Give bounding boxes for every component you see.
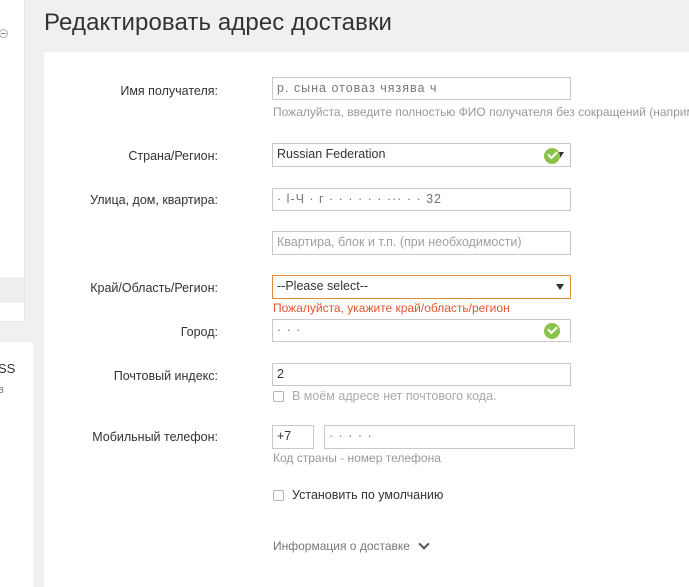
street-label: Улица, дом, квартира: bbox=[90, 193, 218, 207]
apartment-input[interactable]: Квартира, блок и т.п. (при необходимости… bbox=[272, 231, 571, 255]
country-select[interactable]: Russian Federation bbox=[272, 143, 571, 167]
set-default-label: Установить по умолчанию bbox=[292, 488, 444, 502]
left-panel bbox=[0, 0, 25, 322]
region-select-value: --Please select-- bbox=[277, 279, 368, 293]
set-default-checkbox[interactable] bbox=[273, 489, 284, 501]
region-select[interactable]: --Please select-- bbox=[272, 275, 571, 299]
recipient-input[interactable]: p. сына отоваз чязява ч bbox=[272, 77, 571, 100]
chevron-down-icon bbox=[418, 538, 430, 550]
phone-label: Мобильный телефон: bbox=[92, 430, 218, 444]
delivery-info-toggle[interactable]: Информация о доставке bbox=[273, 538, 430, 553]
city-label: Город: bbox=[180, 325, 218, 339]
page-title: Редактировать адрес доставки bbox=[44, 9, 393, 36]
left-panel-lower bbox=[0, 342, 33, 587]
street-input[interactable]: · l-Ч · г · · · · · · ··· · · 32 bbox=[272, 188, 571, 211]
address-form: Имя получателя: p. сына отоваз чязява ч … bbox=[44, 52, 689, 587]
dropdown-arrow-icon bbox=[556, 284, 564, 290]
left-panel-subtext: в bbox=[0, 384, 4, 396]
region-error: Пожалуйста, укажите край/область/регион bbox=[273, 301, 510, 315]
postal-label: Почтовый индекс: bbox=[113, 369, 218, 383]
country-select-value: Russian Federation bbox=[277, 147, 386, 161]
phone-number-input[interactable]: · · · · · bbox=[324, 425, 575, 449]
check-circle-icon bbox=[544, 323, 560, 339]
no-postal-code-label: В моём адресе нет почтового кода. bbox=[292, 389, 497, 403]
recipient-hint: Пожалуйста, введите полностью ФИО получа… bbox=[273, 105, 689, 119]
check-circle-icon bbox=[544, 148, 560, 164]
phone-hint: Код страны - номер телефона bbox=[273, 451, 441, 465]
region-label: Край/Область/Регион: bbox=[90, 281, 218, 295]
postal-input[interactable]: 2 bbox=[272, 363, 571, 386]
collapse-icon[interactable] bbox=[0, 29, 8, 38]
no-postal-code-checkbox[interactable] bbox=[273, 390, 284, 402]
city-input[interactable]: · · · bbox=[272, 319, 571, 342]
delivery-info-label: Информация о доставке bbox=[273, 539, 410, 553]
phone-country-code-input[interactable]: +7 bbox=[272, 425, 314, 449]
left-panel-active-item[interactable] bbox=[0, 277, 24, 303]
set-default-option[interactable]: Установить по умолчанию bbox=[273, 488, 443, 502]
left-panel-text: SS bbox=[0, 361, 16, 376]
no-postal-code-option[interactable]: В моём адресе нет почтового кода. bbox=[273, 389, 497, 403]
recipient-label: Имя получателя: bbox=[120, 84, 218, 98]
country-label: Страна/Регион: bbox=[128, 149, 218, 163]
